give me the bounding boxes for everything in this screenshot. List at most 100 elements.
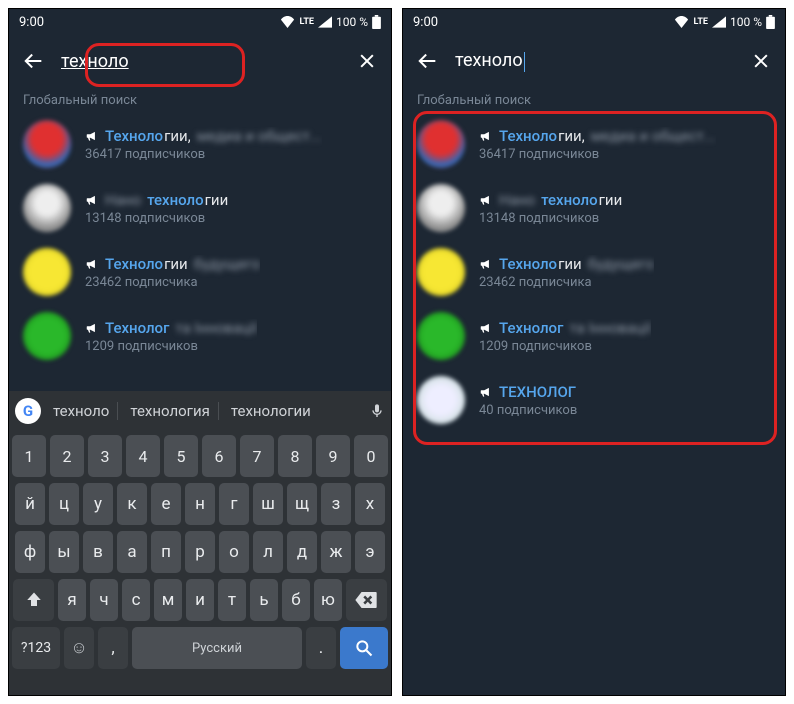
result-item[interactable]: ТЕХНОЛОГ40 подписчиков [403,368,785,432]
key[interactable]: г [219,483,249,525]
signal-icon [712,16,726,28]
key[interactable]: б [282,579,310,621]
key[interactable]: ь [250,579,278,621]
search-query: техноло [455,50,523,71]
result-item[interactable]: Технологии,медиа и общест...36417 подпис… [403,112,785,176]
key[interactable]: ш [253,483,283,525]
result-sub: 1209 подписчиков [85,339,257,354]
result-sub: 36417 подписчиков [479,147,716,162]
suggestion-bar: G техноло технология технологии [9,391,391,431]
megaphone-icon [85,129,99,143]
key[interactable]: п [151,531,181,573]
key[interactable]: д [287,531,317,573]
key[interactable]: и [186,579,214,621]
result-sub: 23462 подписчика [85,275,260,290]
key[interactable]: й [15,483,45,525]
key[interactable]: 8 [278,435,312,477]
key[interactable]: о [219,531,249,573]
phone-right: 9:00 LTE 100 % техноло Глобальный поиск … [402,8,786,696]
key[interactable]: я [58,579,86,621]
result-title: Нанотехнологии [85,191,228,209]
key[interactable]: ф [15,531,45,573]
key[interactable]: 4 [126,435,160,477]
key[interactable]: ч [90,579,118,621]
key[interactable]: в [83,531,113,573]
avatar [23,120,71,168]
suggestion[interactable]: технология [122,402,219,420]
key[interactable]: 3 [88,435,122,477]
lte-label: LTE [693,17,708,27]
mic-icon[interactable] [369,401,385,421]
key[interactable] [13,579,54,621]
back-icon[interactable] [23,50,45,72]
result-item[interactable]: Технологиибудущего23462 подписчика [9,240,391,304]
battery-pct: 100 % [730,15,762,29]
key[interactable]: т [218,579,246,621]
result-title: Технологта Інновації [85,319,257,337]
key[interactable]: ю [314,579,342,621]
avatar [417,184,465,232]
suggestion[interactable]: технологии [223,402,319,420]
result-text: Технологта Інновації1209 подписчиков [479,319,651,354]
megaphone-icon [479,257,493,271]
key[interactable]: 9 [316,435,350,477]
key[interactable]: н [185,483,215,525]
key[interactable]: , [98,627,128,669]
close-icon[interactable] [357,51,377,71]
result-item[interactable]: Технологта Інновації1209 подписчиков [403,304,785,368]
megaphone-icon [479,385,493,399]
phone-left: 9:00 LTE 100 % техноло Глобальный поиск … [8,8,392,696]
key[interactable] [340,627,388,669]
search-input[interactable]: техноло [61,51,341,72]
result-item[interactable]: Технологта Інновації 1209 подписчиков [9,304,391,368]
key[interactable]: р [185,531,215,573]
avatar [23,184,71,232]
result-text: Технологта Інновації 1209 подписчиков [85,319,257,354]
key[interactable]: 2 [50,435,84,477]
search-bar: техноло [403,35,785,87]
result-title: Технологта Інновації [479,319,651,337]
key[interactable]: а [117,531,147,573]
key[interactable]: к [117,483,147,525]
key[interactable]: . [306,627,336,669]
key[interactable]: 5 [164,435,198,477]
key[interactable]: у [83,483,113,525]
key[interactable]: л [253,531,283,573]
google-icon[interactable]: G [15,398,41,424]
key[interactable]: э [355,531,385,573]
wifi-icon [280,16,295,28]
key[interactable]: 0 [354,435,388,477]
avatar [23,312,71,360]
back-icon[interactable] [417,50,439,72]
key[interactable]: х [355,483,385,525]
status-bar: 9:00 LTE 100 % [9,9,391,35]
key[interactable]: ж [321,531,351,573]
key[interactable]: з [321,483,351,525]
key[interactable]: е [151,483,181,525]
key[interactable]: ☺ [64,627,94,669]
result-item[interactable]: Нанотехнологии13148 подписчиков [403,176,785,240]
status-time: 9:00 [19,15,44,30]
key[interactable]: щ [287,483,317,525]
result-text: Нанотехнологии13148 подписчиков [85,191,228,226]
key[interactable]: 7 [240,435,274,477]
suggestion[interactable]: техноло [45,402,118,420]
result-item[interactable]: Технологиибудущего23462 подписчика [403,240,785,304]
key[interactable]: м [154,579,182,621]
key[interactable]: ?123 [12,627,60,669]
results: Технологии,медиа и общест...36417 подпис… [9,112,391,368]
key[interactable]: 1 [12,435,46,477]
key[interactable]: ц [49,483,79,525]
battery-icon [766,15,775,29]
search-query: техноло [61,51,129,72]
result-item[interactable]: Технологии,медиа и общест...36417 подпис… [9,112,391,176]
avatar [23,248,71,296]
key[interactable]: Русский [132,627,302,669]
search-input[interactable]: техноло [455,50,735,71]
key[interactable] [346,579,387,621]
key[interactable]: 6 [202,435,236,477]
result-item[interactable]: Нанотехнологии13148 подписчиков [9,176,391,240]
close-icon[interactable] [751,51,771,71]
key[interactable]: с [122,579,150,621]
key[interactable]: ы [49,531,79,573]
